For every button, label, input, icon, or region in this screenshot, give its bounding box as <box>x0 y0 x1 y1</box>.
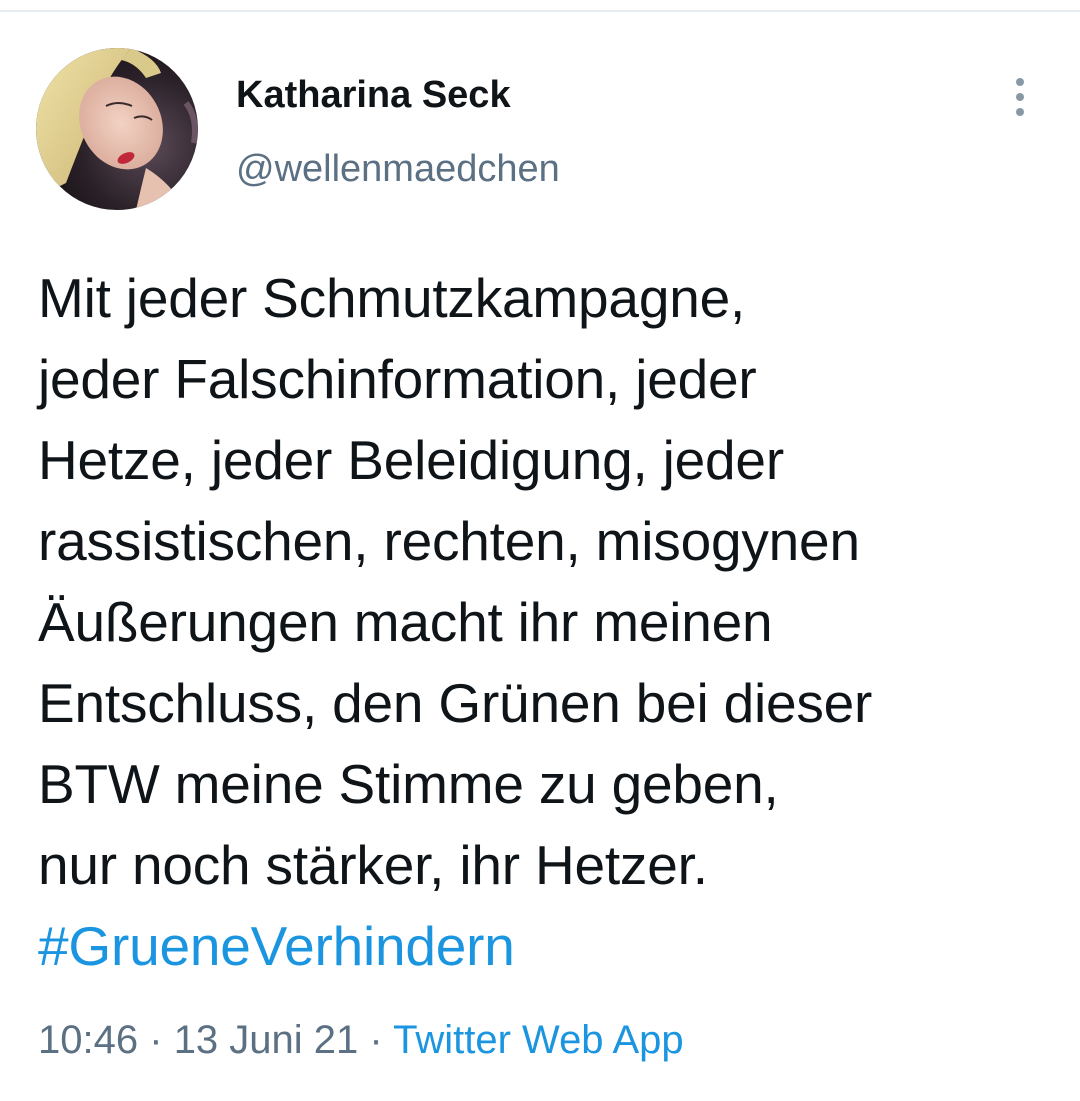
tweet-text: Mit jeder Schmutzkampagne, jeder Falschi… <box>38 258 1048 987</box>
more-vertical-icon <box>1016 78 1024 86</box>
hashtag-link[interactable]: #GrueneVerhindern <box>38 906 1048 987</box>
tweet-text-line: Äußerungen macht ihr meinen <box>38 591 773 653</box>
tweet-metadata: 10:46 · 13 Juni 21 · Twitter Web App <box>38 1018 684 1063</box>
meta-separator: · <box>149 1018 163 1062</box>
avatar-image <box>36 48 198 210</box>
tweet-text-line: Mit jeder Schmutzkampagne, <box>38 267 746 329</box>
avatar[interactable] <box>36 48 198 210</box>
display-name[interactable]: Katharina Seck <box>236 74 511 117</box>
more-vertical-icon-dot-3 <box>1016 108 1024 116</box>
tweet-text-line: nur noch stärker, ihr Hetzer. <box>38 834 708 896</box>
tweet-text-line: jeder Falschinformation, jeder <box>38 348 757 410</box>
tweet-text-line: Hetze, jeder Beleidigung, jeder <box>38 429 784 491</box>
tweet-source-link[interactable]: Twitter Web App <box>393 1018 684 1062</box>
tweet-date[interactable]: 13 Juni 21 <box>174 1018 359 1062</box>
user-handle[interactable]: @wellenmaedchen <box>236 148 560 191</box>
tweet-text-line: Entschluss, den Grünen bei dieser <box>38 672 873 734</box>
tweet-time[interactable]: 10:46 <box>38 1018 138 1062</box>
more-options-button[interactable] <box>1000 72 1040 122</box>
tweet-card: Katharina Seck @wellenmaedchen Mit jeder… <box>0 12 1080 1101</box>
tweet-text-line: BTW meine Stimme zu geben, <box>38 753 779 815</box>
more-vertical-icon-dot-2 <box>1016 93 1024 101</box>
meta-separator: · <box>369 1018 383 1062</box>
tweet-text-line: rassistischen, rechten, misogynen <box>38 510 860 572</box>
